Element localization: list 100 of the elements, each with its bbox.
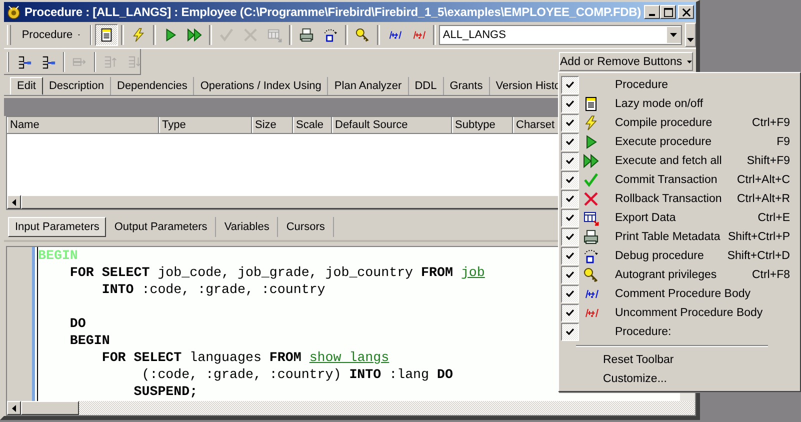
code-keyword: FROM bbox=[269, 350, 302, 365]
checkbox[interactable] bbox=[561, 284, 579, 302]
column-header[interactable]: Subtype bbox=[452, 117, 513, 133]
menu-item[interactable]: Rollback Transaction bbox=[603, 192, 737, 204]
checkbox[interactable] bbox=[561, 132, 579, 150]
key-icon bbox=[583, 266, 599, 282]
check-icon bbox=[566, 81, 574, 88]
code-keyword: SUSPEND; bbox=[132, 384, 198, 399]
check-icon bbox=[566, 138, 574, 145]
add-remove-buttons-button[interactable]: Add or Remove Buttons bbox=[559, 52, 693, 71]
printer-icon bbox=[299, 27, 314, 43]
code-keyword: FOR SELECT bbox=[100, 350, 182, 365]
column-header[interactable]: Type bbox=[159, 117, 252, 133]
code-keyword: DO bbox=[436, 367, 453, 382]
scroll-thumb[interactable] bbox=[21, 401, 79, 415]
window-title: Procedure : [ALL_LANGS] : Employee (C:\Programme\Firebird\Firebird_1_5\examples\EMPLOYEE_COMP.FDB) bbox=[24, 5, 641, 19]
tab[interactable]: Plan Analyzer bbox=[328, 77, 409, 95]
checkbox[interactable] bbox=[561, 170, 579, 188]
menu-item[interactable]: Export Data bbox=[603, 212, 758, 224]
code-keyword: DO bbox=[68, 316, 86, 331]
column-header[interactable]: Scale bbox=[293, 117, 332, 133]
check-icon bbox=[566, 290, 574, 297]
check-icon bbox=[566, 214, 574, 221]
horizontal-scrollbar[interactable] bbox=[7, 401, 695, 415]
tab[interactable]: DDL bbox=[408, 77, 444, 95]
check-icon bbox=[566, 119, 574, 126]
shortcut-text: Ctrl+Alt+C bbox=[736, 174, 791, 186]
menu-item[interactable]: Print Table Metadata bbox=[603, 230, 728, 242]
code-keyword: INTO bbox=[100, 282, 134, 297]
checkbox[interactable] bbox=[561, 246, 579, 264]
tab[interactable]: Output Parameters bbox=[106, 217, 216, 237]
column-header[interactable]: Default Source bbox=[332, 117, 452, 133]
menu-item[interactable]: Commit Transaction bbox=[603, 174, 737, 186]
fast-forward-icon bbox=[583, 152, 599, 168]
tab[interactable]: Dependencies bbox=[111, 77, 194, 95]
tab[interactable]: Edit bbox=[10, 77, 43, 95]
check-icon bbox=[566, 309, 574, 316]
tab[interactable]: Grants bbox=[444, 77, 490, 95]
checkbox[interactable] bbox=[561, 152, 579, 170]
scroll-left-button[interactable] bbox=[7, 401, 21, 415]
shortcut-text: F9 bbox=[776, 136, 791, 148]
code-keyword: INTO bbox=[349, 367, 382, 382]
tab[interactable]: Description bbox=[42, 77, 111, 95]
check-icon bbox=[566, 195, 574, 202]
checkbox[interactable] bbox=[561, 266, 579, 284]
check-icon bbox=[566, 100, 574, 107]
shortcut-text: Ctrl+E bbox=[758, 212, 791, 224]
tab[interactable]: Cursors bbox=[278, 217, 334, 237]
checkbox[interactable] bbox=[561, 208, 579, 226]
code-keyword: BEGIN bbox=[68, 333, 110, 348]
checkbox[interactable] bbox=[561, 114, 579, 132]
maximize-button[interactable] bbox=[660, 5, 676, 19]
code-text: languages bbox=[188, 350, 262, 365]
fast-forward-icon bbox=[187, 27, 202, 43]
lazy-mode-button[interactable] bbox=[95, 24, 118, 46]
close-button[interactable] bbox=[678, 5, 694, 19]
menu-item[interactable]: Procedure bbox=[603, 78, 798, 90]
column-header[interactable]: Size bbox=[252, 117, 293, 133]
lightning-icon bbox=[131, 27, 146, 43]
check-icon bbox=[566, 271, 574, 278]
code-text: (:code, :grade, :country) bbox=[140, 367, 342, 382]
indent-icon bbox=[17, 54, 32, 70]
debug-icon bbox=[323, 27, 338, 43]
checkbox[interactable] bbox=[561, 304, 579, 322]
column-header[interactable]: Name bbox=[7, 117, 159, 133]
document-icon bbox=[583, 96, 599, 112]
menu-item[interactable]: Execute procedure bbox=[603, 136, 777, 148]
tab[interactable]: Variables bbox=[216, 217, 278, 237]
code-link[interactable]: job bbox=[460, 265, 485, 280]
tab[interactable]: Operations / Index Using bbox=[194, 77, 328, 95]
tab[interactable]: Input Parameters bbox=[8, 217, 106, 237]
shortcut-text: Ctrl+F9 bbox=[752, 116, 791, 128]
toolbar-options-button[interactable] bbox=[684, 23, 696, 47]
table-export-icon bbox=[583, 210, 599, 226]
menu-item[interactable]: Lazy mode on/off bbox=[603, 98, 798, 110]
scroll-left-button[interactable] bbox=[7, 195, 21, 209]
procedure-dropdown[interactable]: Procedure bbox=[14, 24, 87, 46]
checkbox[interactable] bbox=[561, 76, 579, 94]
menu-item[interactable]: Compile procedure bbox=[603, 116, 752, 128]
cross-icon bbox=[243, 27, 258, 43]
code-keyword: FOR SELECT bbox=[68, 265, 150, 280]
menu-item[interactable]: Execute and fetch all bbox=[603, 154, 747, 166]
shortcut-text: Shift+F9 bbox=[746, 154, 791, 166]
procedure-combo[interactable]: ALL_LANGS bbox=[438, 25, 682, 45]
left-arrow-icon bbox=[12, 198, 16, 206]
dropdown-arrow-icon bbox=[670, 33, 678, 37]
checkbox[interactable] bbox=[561, 190, 579, 208]
minimize-button[interactable] bbox=[644, 5, 660, 19]
cross-icon bbox=[583, 190, 599, 206]
lightning-icon bbox=[583, 114, 599, 130]
code-text: :code, :grade, :country bbox=[140, 282, 326, 297]
checkbox[interactable] bbox=[561, 322, 579, 340]
check-icon bbox=[566, 176, 574, 183]
checkbox[interactable] bbox=[561, 94, 579, 112]
code-keyword: FROM bbox=[421, 265, 454, 280]
checkbox[interactable] bbox=[561, 228, 579, 246]
checkmark-icon bbox=[219, 27, 234, 43]
checkmark-icon bbox=[583, 172, 599, 188]
check-icon bbox=[566, 233, 574, 240]
code-link[interactable]: show langs bbox=[309, 350, 390, 365]
